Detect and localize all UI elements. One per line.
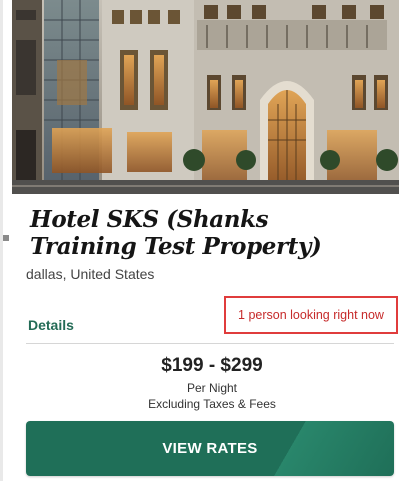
price-range: $199 - $299: [161, 355, 263, 376]
taxes-note: Excluding Taxes & Fees: [148, 397, 276, 411]
per-night-label: Per Night: [186, 381, 238, 395]
hotel-card: Hotel SKS (Shanks Training Test Property…: [12, 0, 399, 481]
divider: [26, 343, 394, 344]
hotel-photo[interactable]: [12, 0, 399, 194]
scroll-marker: [3, 235, 9, 241]
view-rates-label: VIEW RATES: [162, 440, 258, 457]
details-link[interactable]: Details: [28, 317, 74, 333]
hotel-location: dallas, United States: [26, 266, 155, 282]
hotel-name[interactable]: Hotel SKS (Shanks Training Test Property…: [30, 206, 375, 260]
view-rates-button[interactable]: VIEW RATES: [26, 421, 394, 476]
looking-now-notice: 1 person looking right now: [224, 296, 398, 334]
